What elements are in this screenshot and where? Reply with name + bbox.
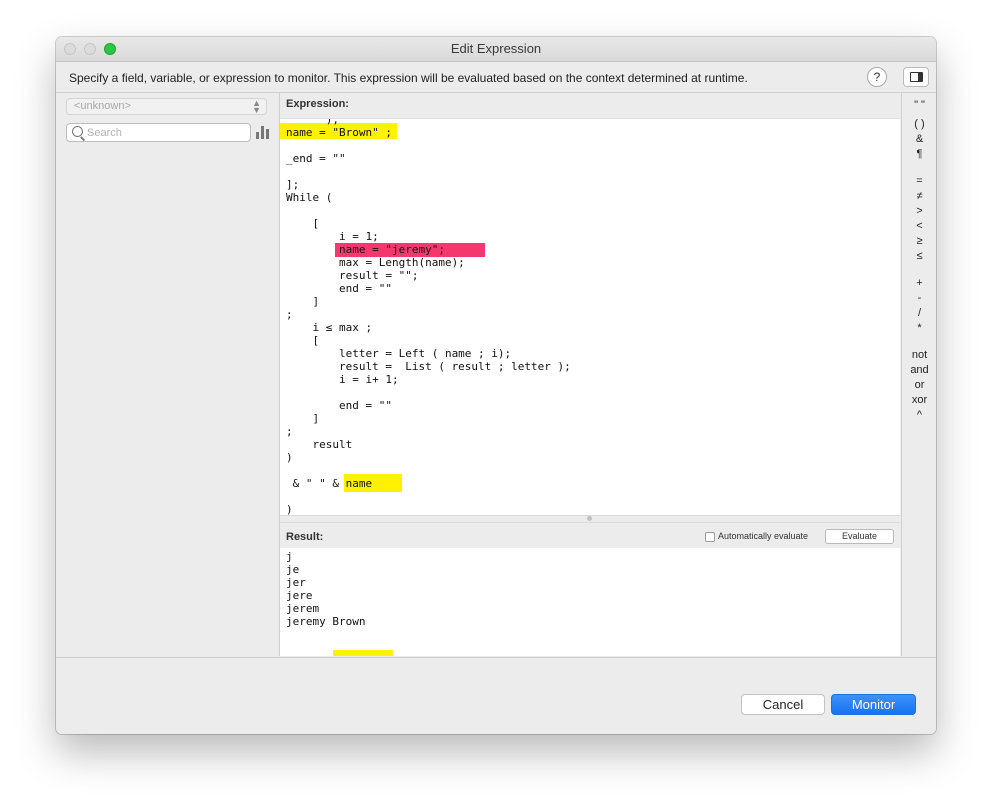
expression-label: Expression:: [286, 98, 349, 110]
operator-button[interactable]: or: [902, 379, 936, 392]
operators-panel: " " ( ) & ¶ = ≠ > < ≥ ≤ + - / * not and or xor ^: [901, 93, 936, 656]
operator-button[interactable]: &: [902, 133, 936, 146]
sidebar-icon: [910, 72, 923, 82]
fields-sidebar: <unknown> ▲ ▼: [56, 93, 280, 656]
operator-button[interactable]: " ": [902, 99, 936, 112]
operator-button[interactable]: /: [902, 307, 936, 320]
info-text: Specify a field, variable, or expression…: [69, 71, 748, 85]
cancel-button[interactable]: Cancel: [741, 694, 825, 715]
operator-button[interactable]: +: [902, 277, 936, 290]
result-text: j je jer jere jerem jeremy Brown: [286, 550, 366, 628]
operator-button[interactable]: and: [902, 364, 936, 377]
search-input[interactable]: [87, 125, 247, 140]
expression-editor[interactable]: ); name = "Brown" ; _end = "" ]; While (…: [280, 118, 900, 516]
context-popup[interactable]: <unknown> ▲ ▼: [66, 98, 267, 115]
operator-button[interactable]: *: [902, 322, 936, 335]
operator-button[interactable]: ≤: [902, 250, 936, 263]
operator-button[interactable]: ^: [902, 409, 936, 422]
operator-button[interactable]: ≠: [902, 190, 936, 203]
search-field[interactable]: [66, 123, 251, 142]
window-title: Edit Expression: [450, 41, 542, 56]
highlight-result-brown: [333, 650, 393, 656]
operator-button[interactable]: not: [902, 349, 936, 362]
sidebar-toggle-button[interactable]: [903, 67, 929, 87]
result-label: Result:: [286, 531, 324, 543]
operator-button[interactable]: -: [902, 292, 936, 305]
updown-chevron-icon: ▲ ▼: [252, 98, 261, 115]
operator-button[interactable]: =: [902, 175, 936, 188]
help-button[interactable]: ?: [867, 67, 887, 87]
operator-button[interactable]: ( ): [902, 118, 936, 131]
dialog-footer: Cancel Monitor: [56, 657, 936, 734]
monitor-button[interactable]: Monitor: [831, 694, 916, 715]
operator-button[interactable]: <: [902, 220, 936, 233]
info-bar: Specify a field, variable, or expression…: [56, 62, 936, 93]
operator-button[interactable]: ¶: [902, 148, 936, 161]
splitter-handle-icon[interactable]: [587, 516, 592, 521]
expression-code[interactable]: ); name = "Brown" ; _end = "" ]; While (…: [286, 119, 571, 516]
result-header: Result: Automatically evaluate Evaluate: [280, 523, 900, 548]
auto-evaluate-checkbox[interactable]: [705, 532, 715, 542]
operator-button[interactable]: xor: [902, 394, 936, 407]
context-popup-value: <unknown>: [74, 100, 131, 112]
auto-evaluate-label[interactable]: Automatically evaluate: [718, 531, 808, 541]
evaluate-button[interactable]: Evaluate: [825, 529, 894, 544]
operator-button[interactable]: ≥: [902, 235, 936, 248]
operator-button[interactable]: >: [902, 205, 936, 218]
result-output: j je jer jere jerem jeremy Brown: [280, 548, 900, 656]
pane-splitter[interactable]: [280, 515, 900, 523]
title-bar: Edit Expression: [56, 37, 936, 62]
bar-chart-icon[interactable]: [256, 126, 270, 139]
edit-expression-dialog: Edit Expression Specify a field, variabl…: [56, 37, 936, 734]
search-icon: [72, 126, 83, 137]
